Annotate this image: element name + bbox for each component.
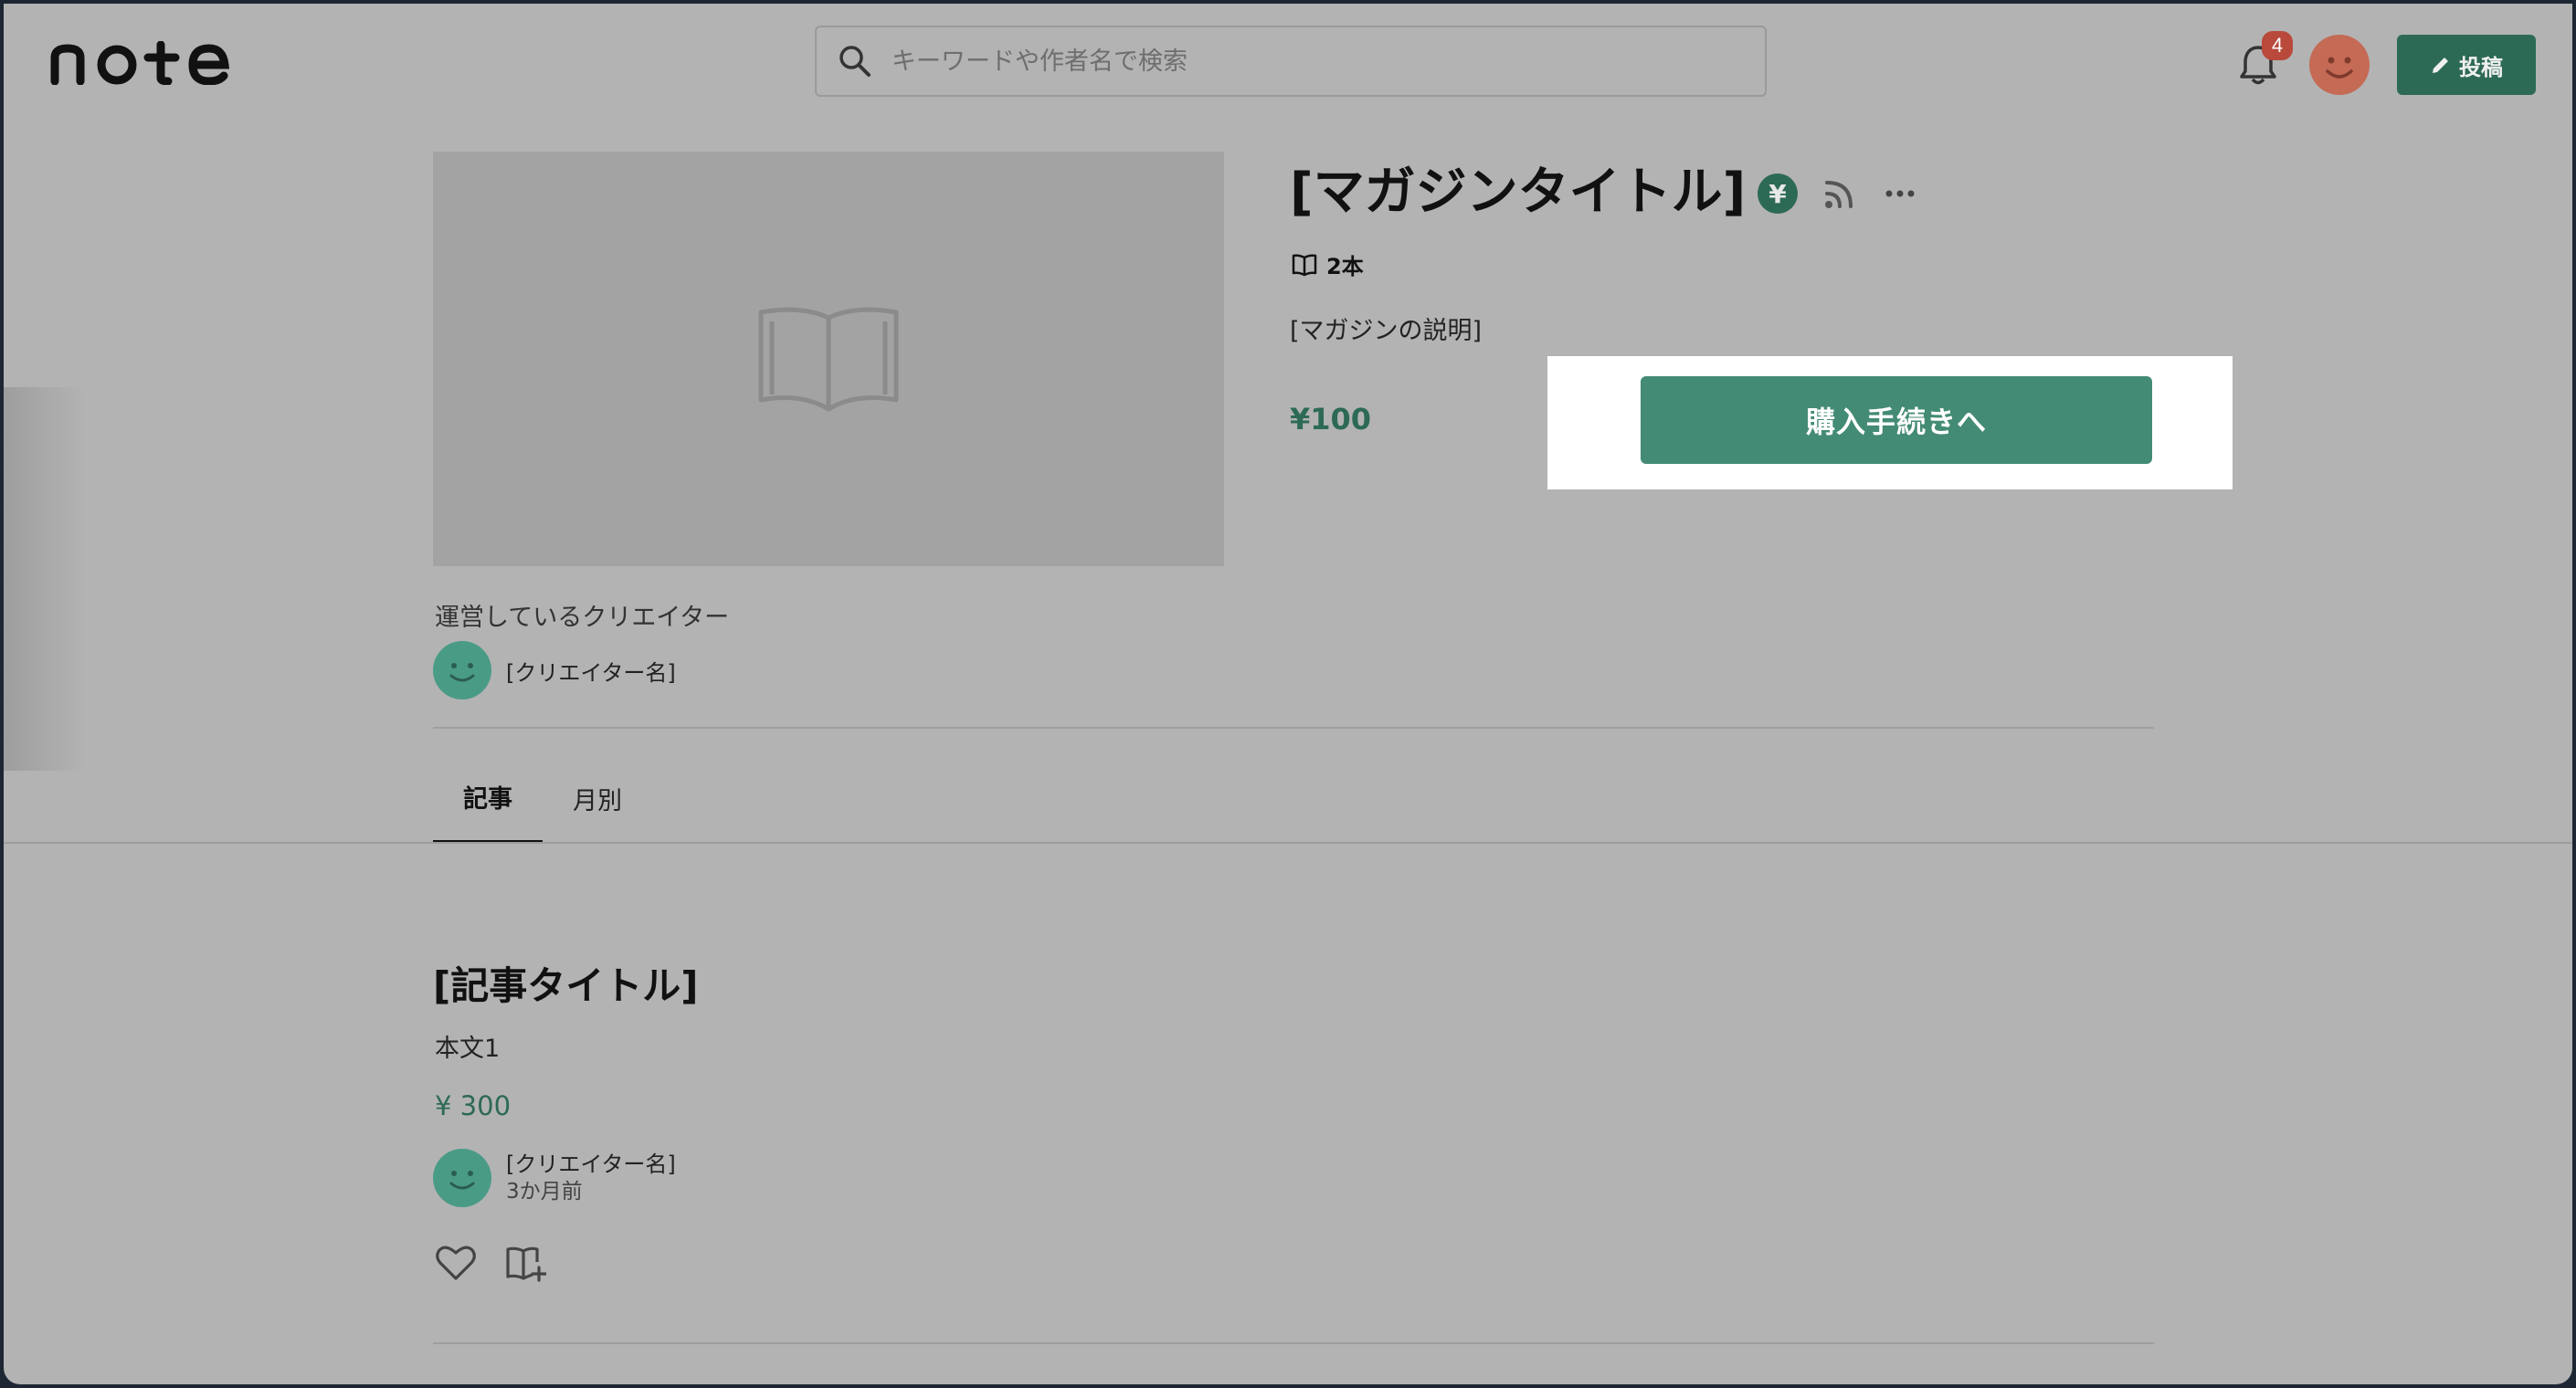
article-divider (433, 1342, 2154, 1344)
search-input[interactable] (890, 46, 1765, 77)
more-icon[interactable] (1882, 175, 1918, 212)
creator-name[interactable]: [クリエイター名] (506, 655, 676, 687)
book-placeholder-icon (758, 307, 899, 412)
left-edge-shadow (4, 387, 86, 771)
creator-avatar[interactable] (433, 641, 491, 699)
section-divider (433, 727, 2154, 729)
rss-icon[interactable] (1821, 175, 1858, 212)
page: note 4 投稿 (4, 4, 2572, 1384)
magazine-title-icons: ¥ (1758, 174, 1918, 214)
magazine-cover (433, 152, 1224, 566)
article-title[interactable]: [記事タイトル] (433, 955, 698, 1011)
tab-articles[interactable]: 記事 (433, 752, 543, 844)
creator-avatar[interactable] (433, 1149, 491, 1207)
post-button-label: 投稿 (2459, 54, 2503, 80)
search-icon (839, 46, 871, 77)
post-button[interactable]: 投稿 (2397, 35, 2536, 95)
tab-monthly[interactable]: 月別 (543, 752, 652, 844)
notification-badge: 4 (2262, 31, 2293, 60)
article-creator[interactable]: [クリエイター名] 3か月前 (433, 1149, 676, 1207)
yen-icon: ¥ (1758, 174, 1798, 214)
article-price: ¥ 300 (435, 1090, 512, 1121)
creator-link[interactable]: [クリエイター名] (433, 641, 676, 699)
article-body: 本文1 (435, 1035, 501, 1063)
note-logo[interactable]: note (49, 38, 232, 88)
article-meta: [クリエイター名] 3か月前 (506, 1151, 676, 1205)
book-icon (1292, 254, 1317, 276)
magazine-title: [マガジンタイトル] (1290, 163, 1747, 222)
article-actions (435, 1242, 546, 1282)
tab-bar: 記事 月別 (433, 752, 652, 844)
heart-icon[interactable] (435, 1242, 477, 1282)
magazine-description: [マガジンの説明] (1290, 317, 1483, 345)
article-creator-name[interactable]: [クリエイター名] (506, 1151, 676, 1178)
creators-label: 運営しているクリエイター (435, 604, 730, 632)
magazine-price: ¥100 (1290, 402, 1372, 436)
article-date: 3か月前 (506, 1180, 583, 1204)
pencil-icon (2433, 58, 2448, 73)
buy-button[interactable]: 購入手続きへ (1641, 376, 2152, 464)
tabs-underline (4, 842, 2572, 844)
article-count: 2本 (1292, 248, 1364, 280)
add-to-magazine-icon[interactable] (504, 1242, 546, 1282)
search-bar[interactable] (815, 26, 1767, 97)
article-count-text: 2本 (1326, 254, 1364, 279)
user-avatar[interactable] (2309, 35, 2370, 95)
